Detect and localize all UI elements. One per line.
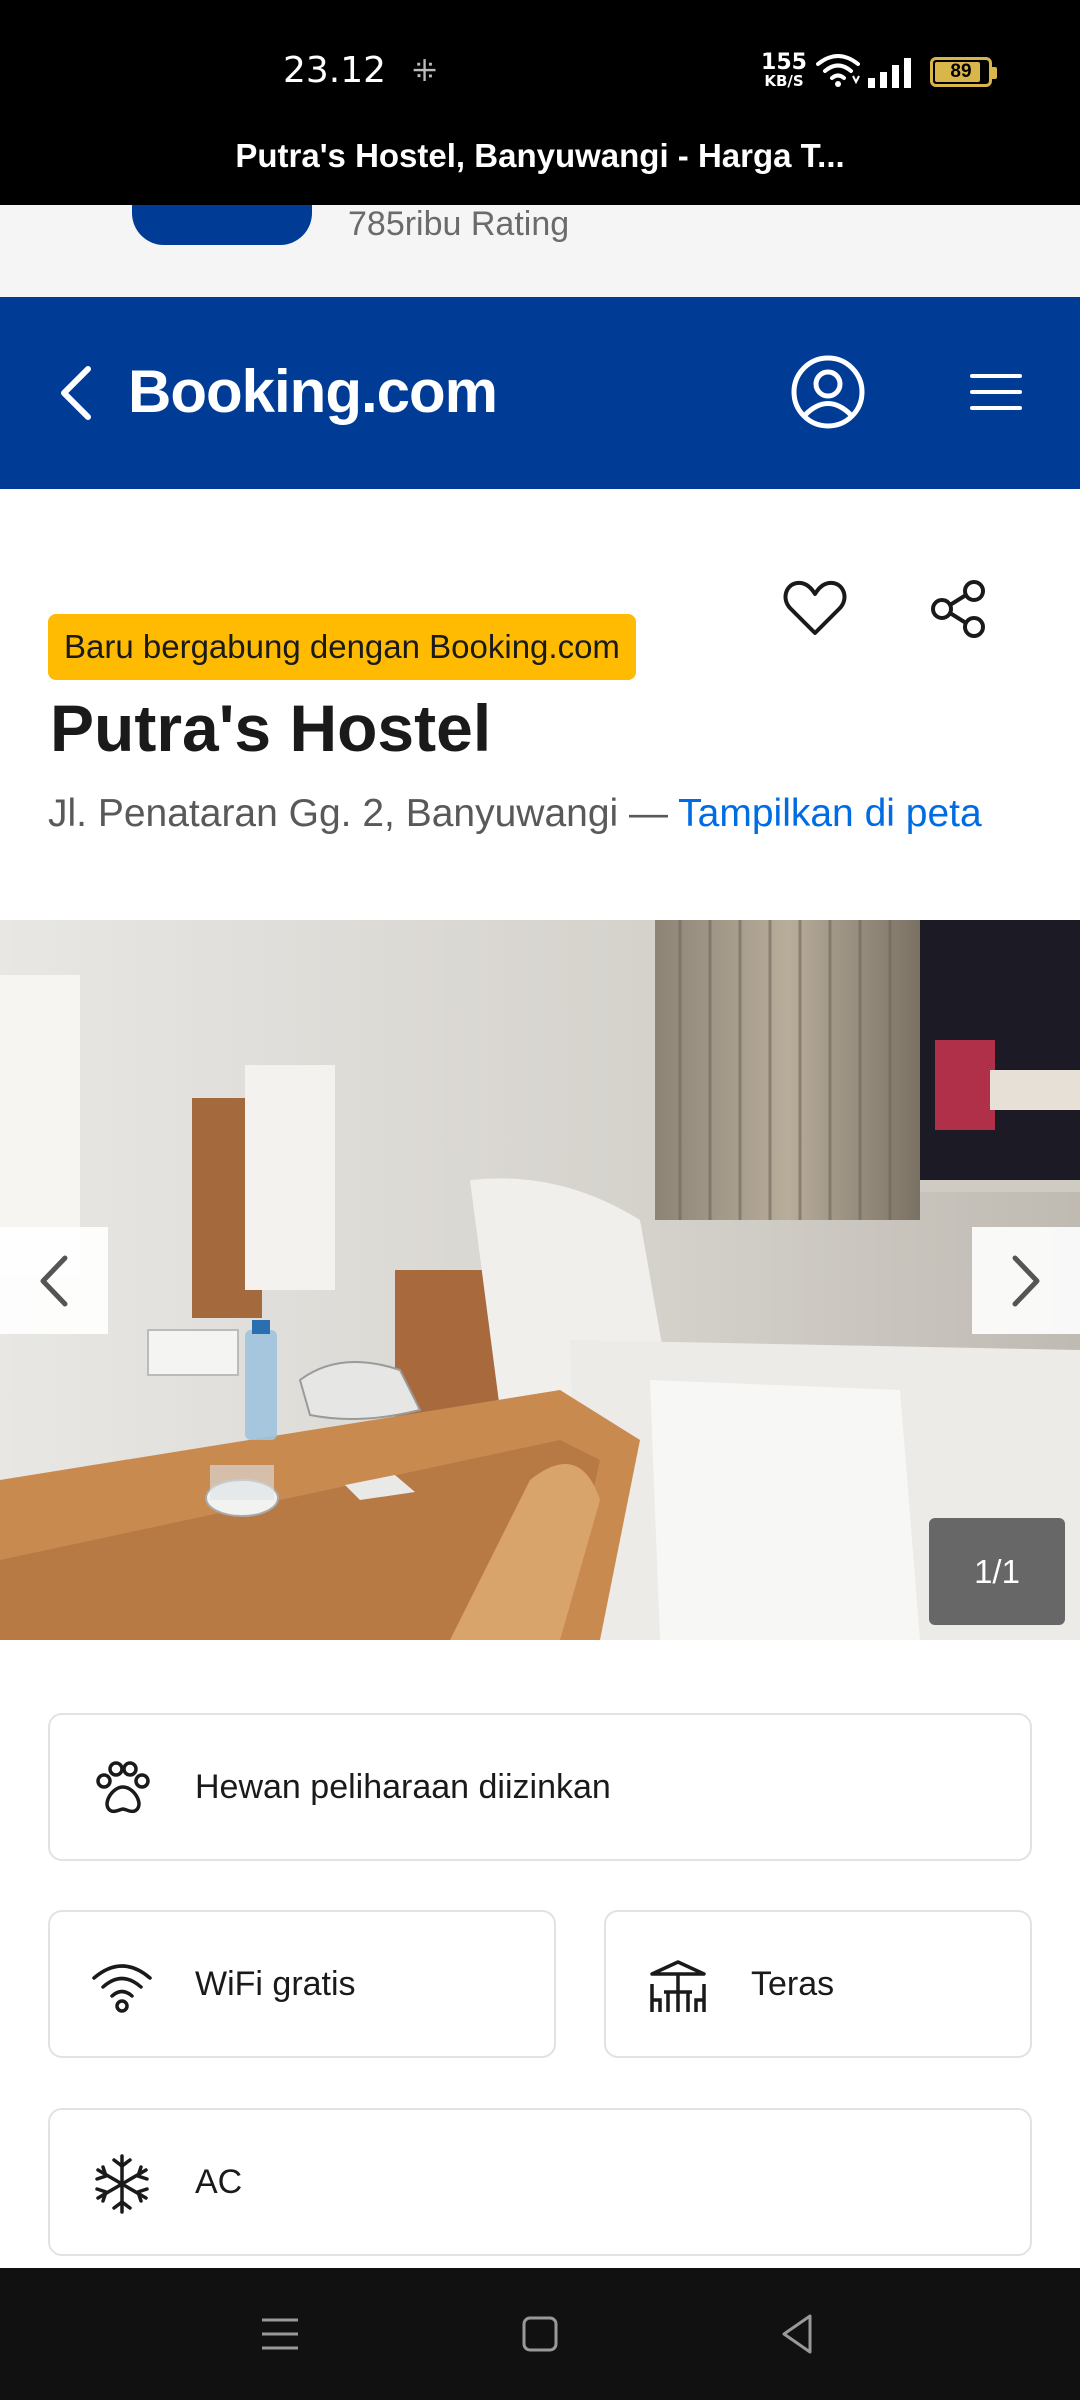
terrace-icon (650, 1960, 706, 2012)
wifi-status-icon (816, 54, 860, 87)
account-button[interactable] (790, 354, 866, 430)
status-bar: 23.12 ⁜ 155 KB/S 89 Putra's Hostel, Bany… (0, 0, 1080, 205)
facility-label: Teras (751, 1965, 835, 2003)
facility-terrace: Teras (604, 1910, 1032, 2058)
gallery-prev-button[interactable] (0, 1227, 108, 1334)
site-header: Booking.com (0, 297, 1080, 489)
facility-label: WiFi gratis (195, 1965, 356, 2003)
snowflake-icon (95, 2154, 149, 2214)
recent-apps-button[interactable] (252, 2306, 308, 2362)
system-nav-bar (0, 2268, 1080, 2400)
home-button[interactable] (512, 2306, 568, 2362)
app-logo (132, 205, 312, 245)
network-speed-unit: KB/S (764, 72, 804, 90)
property-address: Jl. Penataran Gg. 2, Banyuwangi (48, 792, 619, 835)
chevron-left-icon (61, 366, 91, 420)
back-icon (782, 2314, 812, 2354)
property-address-line: Jl. Penataran Gg. 2, Banyuwangi — Tampil… (48, 792, 982, 836)
page-title: Putra's Hostel, Banyuwangi - Harga T... (235, 137, 845, 174)
gallery-next-button[interactable] (972, 1227, 1080, 1334)
recent-apps-icon (262, 2318, 298, 2350)
battery-icon: 89 (930, 57, 997, 87)
facility-wifi: WiFi gratis (48, 1910, 556, 2058)
system-back-button[interactable] (770, 2306, 826, 2362)
property-name: Putra's Hostel (50, 691, 492, 765)
status-time: 23.12 (283, 50, 387, 91)
activity-icon: ⁜ (412, 55, 438, 88)
home-icon (522, 2316, 558, 2352)
gallery-counter: 1/1 (929, 1518, 1065, 1625)
account-icon (791, 355, 865, 429)
share-button[interactable] (928, 578, 990, 640)
back-button[interactable] (58, 355, 98, 431)
address-separator: — (618, 792, 679, 835)
battery-level: 89 (950, 61, 972, 82)
chevron-left-icon (40, 1255, 68, 1306)
wifi-icon (92, 1964, 152, 2013)
network-speed-value: 155 (761, 50, 807, 75)
heart-icon (783, 580, 847, 635)
menu-button[interactable] (966, 370, 1026, 414)
facility-pets: Hewan peliharaan diizinkan (48, 1713, 1032, 1861)
menu-icon (970, 374, 1022, 410)
show-on-map-link[interactable]: Tampilkan di peta (678, 792, 982, 835)
chevron-right-icon (1012, 1255, 1040, 1306)
room-photo (0, 920, 1080, 1640)
signal-icon (868, 58, 911, 88)
new-property-badge: Baru bergabung dengan Booking.com (48, 614, 636, 680)
app-rating: 785ribu Rating (348, 205, 570, 243)
facility-label: Hewan peliharaan diizinkan (195, 1768, 611, 1806)
photo-gallery[interactable] (0, 920, 1080, 1640)
brand-logo[interactable]: Booking.com (128, 357, 498, 426)
facility-label: AC (195, 2163, 243, 2201)
app-banner[interactable]: 785ribu Rating (0, 205, 1080, 297)
paw-icon (96, 1761, 150, 1814)
share-icon (931, 580, 985, 638)
favorite-button[interactable] (782, 577, 848, 639)
network-speed: 155 KB/S (760, 52, 808, 89)
facility-ac: AC (48, 2108, 1032, 2256)
